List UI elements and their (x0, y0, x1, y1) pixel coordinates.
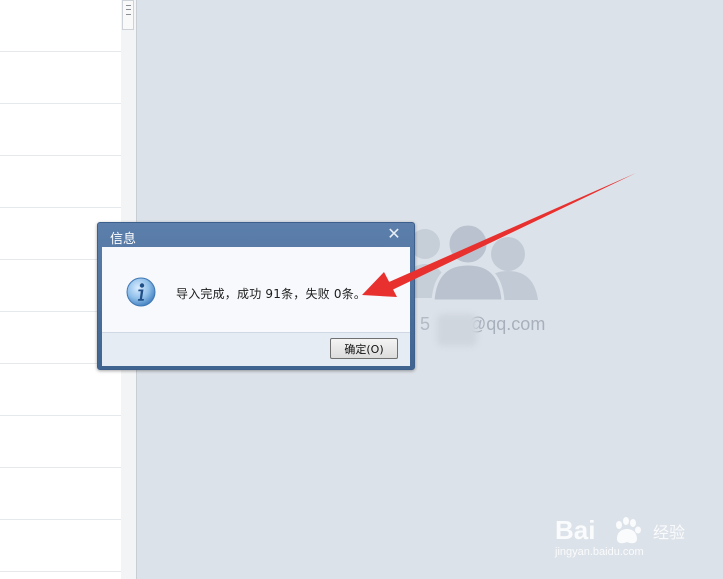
watermark-brand: Bai (555, 515, 596, 545)
watermark-url: jingyan.baidu.com (555, 546, 644, 558)
annotation-arrow (362, 173, 636, 297)
baidu-watermark: Bai 经验 jingyan.baidu.com (555, 515, 715, 575)
watermark-sub: 经验 (653, 523, 686, 542)
paw-icon (616, 517, 641, 544)
